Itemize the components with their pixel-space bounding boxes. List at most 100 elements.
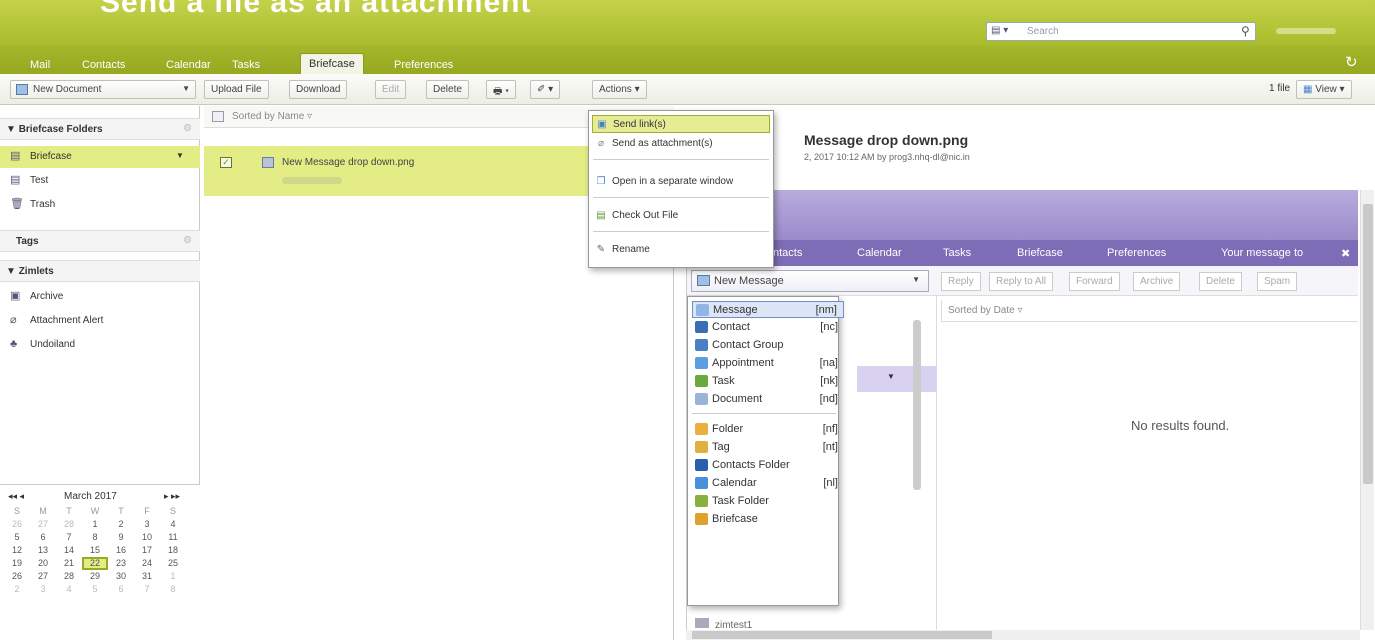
calendar-day[interactable]: 13 [30, 544, 56, 557]
calendar-next-arrows[interactable]: ▸ ▸▸ [164, 491, 180, 502]
document-icon [16, 84, 28, 95]
row-checkbox[interactable]: ✓ [220, 157, 232, 168]
chevron-down-icon: ▾ [634, 84, 640, 95]
delete-button[interactable]: Delete [426, 80, 469, 99]
sidebar-item-test[interactable]: ▤ Test [0, 170, 200, 192]
scrollbar-thumb[interactable] [1363, 204, 1373, 484]
search-scope-selector[interactable]: ▤ ▾ [991, 25, 1008, 36]
sidebar-item-briefcase[interactable]: ▤ Briefcase ▼ [0, 146, 200, 168]
edit-button[interactable]: Edit [375, 80, 407, 99]
calendar-day[interactable]: 2 [108, 518, 134, 531]
calendar-day[interactable]: 3 [30, 583, 56, 596]
calendar-day[interactable]: 26 [4, 570, 30, 583]
calendar-day[interactable]: 16 [108, 544, 134, 557]
calendar-day[interactable]: 18 [160, 544, 186, 557]
calendar-day[interactable]: 27 [30, 570, 56, 583]
download-button[interactable]: Download [289, 80, 348, 99]
view-menu-button[interactable]: ▦ View ▾ [1296, 80, 1352, 99]
gear-icon[interactable]: ⚙ [183, 235, 192, 246]
new-message-menu-item: Document [nd] [692, 391, 844, 408]
calendar-day[interactable]: 1 [82, 518, 108, 531]
select-all-checkbox[interactable] [212, 111, 224, 122]
embedded-tab: Your message to [1221, 247, 1304, 259]
actions-button[interactable]: Actions ▾ [592, 80, 647, 99]
tab-contacts[interactable]: Contacts [74, 55, 133, 75]
calendar-day[interactable]: 10 [134, 531, 160, 544]
sidebar-item-undoiland[interactable]: ♣ Undoiland [0, 334, 200, 356]
menu-item-open-separate-window[interactable]: ❐ Open in a separate window [592, 173, 770, 191]
calendar-day[interactable]: 6 [30, 531, 56, 544]
calendar-day[interactable]: 11 [160, 531, 186, 544]
calendar-day[interactable]: 8 [160, 583, 186, 596]
horizontal-scrollbar[interactable] [686, 630, 1360, 640]
sidebar-item-archive[interactable]: ▣ Archive [0, 286, 200, 308]
preview-meta: 2, 2017 10:12 AM by prog3.nhq-dl@nic.in [804, 152, 970, 162]
checkout-icon: ▤ [596, 210, 606, 221]
embedded-list-header: Sorted by Date ▿ [941, 300, 1358, 322]
tab-briefcase[interactable]: Briefcase [300, 53, 364, 74]
scrollbar-thumb[interactable] [692, 631, 992, 639]
calendar-day[interactable]: 24 [134, 557, 160, 570]
calendar-day[interactable]: 3 [134, 518, 160, 531]
menu-item-rename[interactable]: ✎ Rename [592, 241, 770, 259]
tag-menu-button[interactable]: ✐ ▾ [530, 80, 561, 99]
calendar-day[interactable]: 20 [30, 557, 56, 570]
briefcase-folders-header[interactable]: ▼ Briefcase Folders ⚙ [0, 118, 200, 140]
calendar-prev-arrows[interactable]: ◂◂ ◂ [8, 491, 24, 502]
menu-item-send-as-attachment[interactable]: ⌀ Send as attachment(s) [592, 135, 770, 153]
chevron-down-icon[interactable]: ▼ [176, 151, 184, 160]
upload-file-button[interactable]: Upload File [204, 80, 269, 99]
calendar-day[interactable]: 12 [4, 544, 30, 557]
calendar-day[interactable]: 21 [56, 557, 82, 570]
tab-preferences[interactable]: Preferences [386, 55, 461, 75]
zimlets-header[interactable]: ▼ Zimlets [0, 260, 200, 282]
calendar-day[interactable]: 25 [160, 557, 186, 570]
search-input[interactable]: ▤ ▾ Search ⚲ [986, 22, 1256, 41]
calendar-day[interactable]: 27 [30, 518, 56, 531]
calendar-day[interactable]: 22 [82, 557, 108, 570]
menu-item-check-out-file[interactable]: ▤ Check Out File [592, 207, 770, 225]
refresh-icon[interactable]: ↻ [1345, 53, 1358, 71]
tab-tasks[interactable]: Tasks [224, 55, 268, 75]
calendar-day[interactable]: 5 [82, 583, 108, 596]
new-message-menu-item: Tag [nt] [692, 439, 844, 456]
calendar-day[interactable]: 14 [56, 544, 82, 557]
calendar-day[interactable]: 7 [56, 531, 82, 544]
vertical-scrollbar[interactable] [1360, 190, 1374, 630]
embedded-selected-folder: ▼ [857, 366, 937, 392]
calendar-grid: S M T W T F S 26 27 28 1 2 3 4 5 6 7 8 9 10 11 12 13 14 15 16 17 18… [4, 505, 186, 596]
calendar-day[interactable]: 6 [108, 583, 134, 596]
calendar-day[interactable]: 2 [4, 583, 30, 596]
calendar-day[interactable]: 17 [134, 544, 160, 557]
new-document-button[interactable]: New Document ▼ [10, 80, 196, 99]
print-menu-button[interactable]: 🖶 ▾ [486, 80, 516, 99]
preview-title: Message drop down.png [804, 132, 969, 148]
sidebar-item-trash[interactable]: 🗑 Trash [0, 194, 200, 216]
calendar-day[interactable]: 9 [108, 531, 134, 544]
calendar-day[interactable]: 23 [108, 557, 134, 570]
tags-header[interactable]: Tags ⚙ [0, 230, 200, 252]
calendar-day[interactable]: 31 [134, 570, 160, 583]
calendar-day[interactable]: 15 [82, 544, 108, 557]
calendar-day[interactable]: 30 [108, 570, 134, 583]
search-icon[interactable]: ⚲ [1241, 24, 1250, 38]
calendar-day[interactable]: 4 [56, 583, 82, 596]
calendar-day[interactable]: 28 [56, 518, 82, 531]
calendar-day[interactable]: 7 [134, 583, 160, 596]
calendar-day[interactable]: 1 [160, 570, 186, 583]
calendar-day[interactable]: 5 [4, 531, 30, 544]
calendar-day[interactable]: 28 [56, 570, 82, 583]
sidebar-item-attachment-alert[interactable]: ⌀ Attachment Alert [0, 310, 200, 332]
calendar-day[interactable]: 29 [82, 570, 108, 583]
gear-icon[interactable]: ⚙ [183, 123, 192, 134]
paperclip-icon: ⌀ [10, 314, 17, 326]
calendar-day[interactable]: 8 [82, 531, 108, 544]
calendar-day[interactable]: 19 [4, 557, 30, 570]
tab-calendar[interactable]: Calendar [158, 55, 219, 75]
user-menu[interactable] [1276, 28, 1336, 34]
task-folder-icon [695, 495, 708, 507]
menu-item-send-links[interactable]: ▣ Send link(s) [592, 115, 770, 133]
calendar-day[interactable]: 26 [4, 518, 30, 531]
tab-mail[interactable]: Mail [22, 55, 58, 75]
calendar-day[interactable]: 4 [160, 518, 186, 531]
